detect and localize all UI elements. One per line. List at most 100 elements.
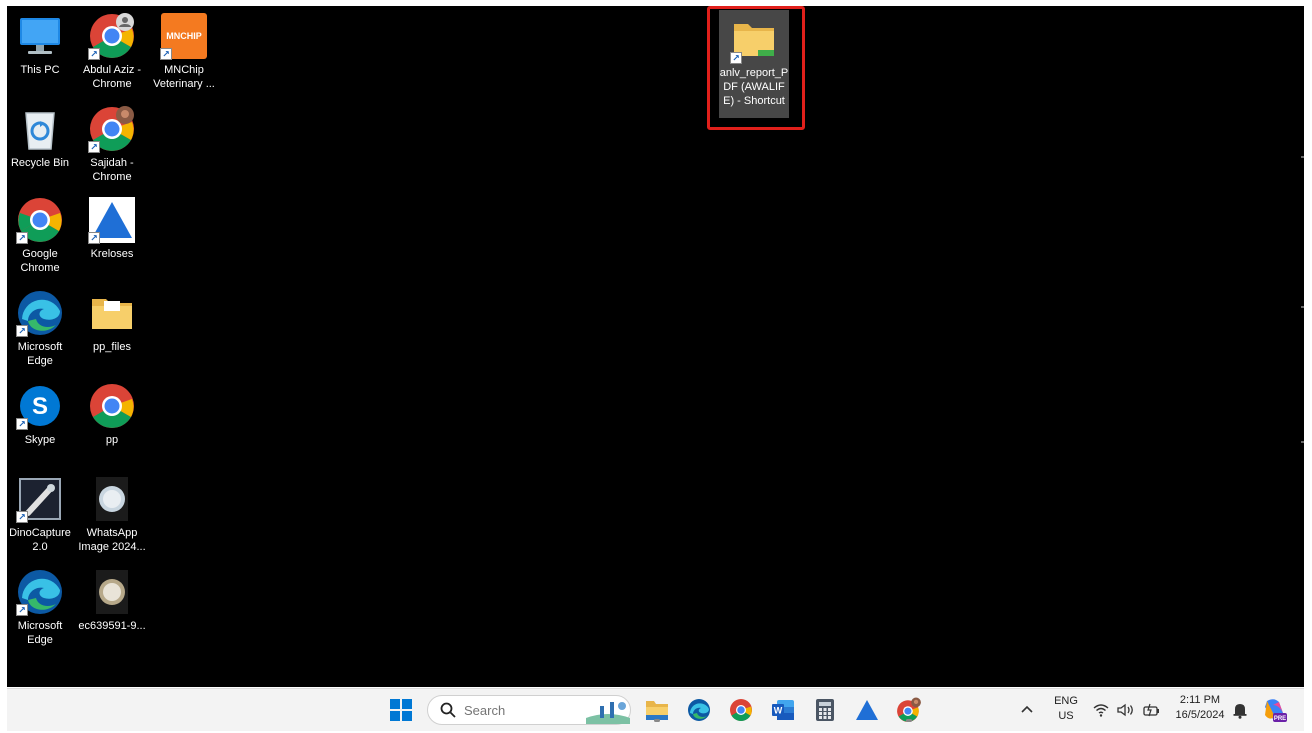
shortcut-arrow-icon: ↗ (16, 418, 28, 430)
clock-time: 2:11 PM (1179, 694, 1221, 706)
desktop-icon-sajidah-chrome[interactable]: ↗ Sajidah - Chrome (76, 105, 148, 184)
shortcut-arrow-icon: ↗ (16, 511, 28, 523)
svg-text:W: W (774, 706, 783, 716)
image-thumbnail-icon (88, 475, 136, 523)
desktop-icon-google-chrome[interactable]: ↗ Google Chrome (4, 196, 76, 275)
desktop-icon-this-pc[interactable]: This PC (4, 12, 76, 77)
desktop-icon-ec639591[interactable]: ec639591-9... (76, 568, 148, 633)
desktop-icon-skype[interactable]: S ↗ Skype (4, 382, 76, 447)
clock[interactable]: 2:11 PM 16/5/2024 (1167, 694, 1233, 722)
dinocapture-icon: ↗ (16, 475, 64, 523)
language-indicator[interactable]: ENG US (1049, 695, 1083, 723)
battery-icon (1143, 703, 1159, 717)
shortcut-arrow-icon: ↗ (88, 48, 100, 60)
desktop-icon-whatsapp-image[interactable]: WhatsApp Image 2024... (76, 475, 148, 554)
desktop[interactable]: This PC Recycle Bin ↗ Google Chrome ↗ Mi… (7, 6, 1304, 687)
desktop-icon-pp[interactable]: pp (76, 382, 148, 447)
skype-icon: S ↗ (16, 382, 64, 430)
taskbar-word[interactable]: W (769, 696, 797, 724)
file-explorer-icon (646, 701, 668, 720)
taskbar-file-explorer[interactable] (643, 696, 671, 724)
icon-label: Abdul Aziz - Chrome (82, 64, 142, 90)
taskbar: W (7, 688, 1304, 731)
shortcut-arrow-icon: ↗ (16, 604, 28, 616)
icon-label: Sajidah - Chrome (90, 157, 134, 183)
taskbar-chrome[interactable] (727, 696, 755, 724)
desktop-icon-mnchip[interactable]: MNCHIP ↗ MNChip Veterinary ... (148, 12, 220, 91)
search-icon (440, 702, 456, 718)
desktop-icon-recycle-bin[interactable]: Recycle Bin (4, 105, 76, 170)
widgets-icon[interactable] (582, 692, 634, 728)
desktop-icon-pp-files[interactable]: pp_files (76, 289, 148, 354)
notification-icon (1233, 704, 1247, 719)
edge-icon: ↗ (16, 289, 64, 337)
image-thumbnail-icon (88, 568, 136, 616)
show-hidden-icons-button[interactable] (1019, 701, 1035, 717)
running-indicator (654, 719, 660, 722)
folder-icon (88, 289, 136, 337)
word-icon: W (772, 700, 794, 720)
svg-text:MNCHIP: MNCHIP (166, 31, 202, 41)
svg-text:S: S (32, 393, 48, 420)
icon-label: Microsoft Edge (17, 341, 63, 367)
calculator-icon (816, 699, 834, 721)
edge-icon (688, 699, 710, 721)
chevron-up-icon (1021, 705, 1033, 713)
wifi-icon (1093, 704, 1109, 717)
taskbar-edge[interactable] (685, 696, 713, 724)
shortcut-arrow-icon: ↗ (730, 52, 742, 64)
shortcut-arrow-icon: ↗ (88, 232, 100, 244)
icon-label: MNChip Veterinary ... (153, 64, 215, 90)
shortcut-arrow-icon: ↗ (16, 232, 28, 244)
desktop-icon-microsoft-edge[interactable]: ↗ Microsoft Edge (4, 289, 76, 368)
chrome-profile-icon: ↗ (88, 105, 136, 153)
kreloses-icon (856, 700, 878, 720)
shortcut-arrow-icon: ↗ (160, 48, 172, 60)
recycle-bin-icon (16, 105, 64, 153)
search-input[interactable] (462, 701, 576, 719)
region-label: US (1058, 710, 1074, 722)
shortcut-arrow-icon: ↗ (88, 141, 100, 153)
icon-label: Recycle Bin (10, 157, 70, 169)
chrome-profile-icon: ↗ (88, 12, 136, 60)
kreloses-icon: ↗ (88, 196, 136, 244)
taskbar-kreloses[interactable] (853, 696, 881, 724)
network-volume-battery-group[interactable] (1093, 700, 1163, 720)
icon-label: pp_files (93, 341, 131, 353)
mnchip-icon: MNCHIP ↗ (160, 12, 208, 60)
icon-label: This PC (20, 64, 60, 76)
desktop-icon-dinocapture[interactable]: ↗ DinoCapture 2.0 (4, 475, 76, 554)
start-button[interactable] (387, 696, 415, 724)
taskbar-search[interactable] (427, 695, 631, 725)
copilot-button[interactable]: PRE (1261, 697, 1287, 723)
desktop-icon-anlv-report-shortcut[interactable]: ↗ anlv_report_PDF (AWALIFE) - Shortcut (719, 10, 789, 118)
icon-label: ec639591-9... (78, 620, 146, 632)
chrome-icon: ↗ (16, 196, 64, 244)
icon-label: Google Chrome (20, 248, 60, 274)
svg-text:PRE: PRE (1274, 716, 1286, 722)
language-label: ENG (1054, 695, 1078, 707)
icon-label: WhatsApp Image 2024... (78, 527, 146, 553)
this-pc-icon (16, 12, 64, 60)
copilot-icon: PRE (1265, 699, 1287, 722)
icon-label: anlv_report_PDF (AWALIFE) - Shortcut (719, 67, 789, 107)
desktop-icon-abdul-aziz-chrome[interactable]: ↗ Abdul Aziz - Chrome (76, 12, 148, 91)
taskbar-calculator[interactable] (811, 696, 839, 724)
notification-button[interactable] (1231, 701, 1249, 719)
taskbar-chrome-profile[interactable] (895, 696, 923, 724)
volume-icon (1117, 703, 1133, 717)
edge-icon: ↗ (16, 568, 64, 616)
chrome-icon (88, 382, 136, 430)
folder-shortcut-icon: ↗ (730, 16, 778, 64)
desktop-icon-microsoft-edge-2[interactable]: ↗ Microsoft Edge (4, 568, 76, 647)
icon-label: Skype (24, 434, 56, 446)
icon-label: Kreloses (90, 248, 134, 260)
chrome-icon (730, 699, 752, 721)
shortcut-arrow-icon: ↗ (16, 325, 28, 337)
running-indicator (906, 719, 912, 722)
icon-label: DinoCapture 2.0 (9, 527, 71, 553)
icon-label: Microsoft Edge (17, 620, 63, 646)
clock-date: 16/5/2024 (1175, 709, 1225, 721)
desktop-icon-kreloses[interactable]: ↗ Kreloses (76, 196, 148, 261)
icon-label: pp (105, 434, 119, 446)
